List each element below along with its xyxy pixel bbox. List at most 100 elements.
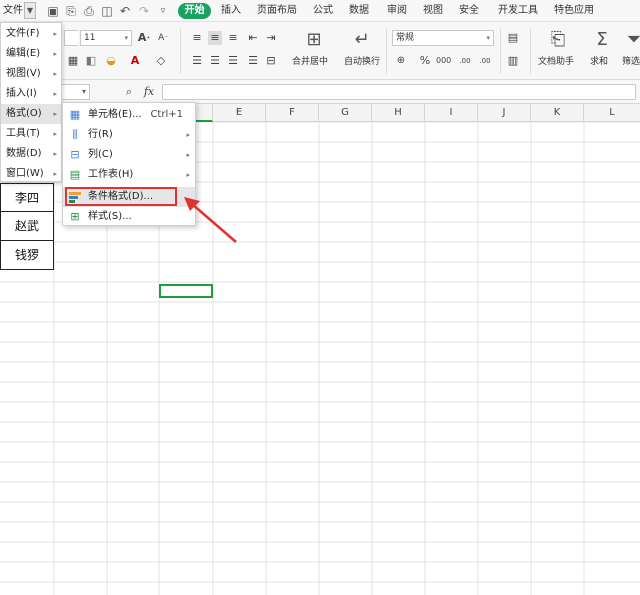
menu-item-file[interactable]: 文件(F) ▸ — [1, 24, 61, 44]
selected-cell[interactable] — [159, 284, 213, 298]
menu-item-insert[interactable]: 插入(I) ▸ — [1, 84, 61, 104]
menu-item-edit[interactable]: 编辑(E) ▸ — [1, 44, 61, 64]
column-header[interactable]: E — [213, 104, 266, 122]
grow-font-icon[interactable]: A⁺ — [137, 31, 151, 45]
decrease-decimal-button[interactable]: .00 — [478, 54, 492, 68]
column-header[interactable]: G — [319, 104, 372, 122]
sum-icon[interactable]: Σ — [590, 28, 614, 52]
undo-icon[interactable]: ↶ — [118, 4, 132, 18]
menu-item-data[interactable]: 数据(D) ▸ — [1, 144, 61, 164]
row-icon: ⫼ — [72, 128, 78, 141]
merge-center-label[interactable]: 合并居中 — [292, 54, 328, 67]
tab-special-apps[interactable]: 特色应用 — [552, 3, 596, 19]
font-size-box[interactable]: 11 ▾ — [80, 30, 132, 46]
tab-review[interactable]: 审阅 — [384, 3, 410, 19]
tab-data[interactable]: 数据 — [346, 3, 372, 19]
doc-helper-icon[interactable]: ⎗ — [546, 28, 570, 52]
chevron-right-icon: ▸ — [53, 90, 57, 98]
increase-decimal-button[interactable]: .00 — [458, 54, 472, 68]
tab-insert[interactable]: 插入 — [218, 3, 244, 19]
column-header[interactable]: K — [531, 104, 584, 122]
filter-icon[interactable]: ⏷ — [622, 28, 640, 52]
cell-style-icon[interactable]: ▥ — [506, 54, 520, 68]
tab-developer[interactable]: 开发工具 — [496, 3, 540, 19]
formula-input[interactable] — [162, 84, 636, 100]
customize-icon[interactable]: ▿ — [156, 4, 170, 18]
submenu-item-styles[interactable]: ⊞ 样式(S)... — [63, 207, 195, 227]
chevron-right-icon: ▸ — [53, 30, 57, 38]
submenu-item-cells[interactable]: ▦ 单元格(E)... Ctrl+1 — [63, 105, 195, 125]
print-icon[interactable]: ⎙ — [82, 4, 96, 18]
font-color-icon[interactable]: A — [128, 54, 142, 68]
tab-formulas[interactable]: 公式 — [310, 3, 336, 19]
submenu-item-label: 列(C) — [88, 149, 113, 160]
doc-helper-label[interactable]: 文档助手 — [538, 54, 574, 67]
print-preview-icon[interactable]: ◫ — [100, 4, 114, 18]
annotation-highlight-box — [65, 187, 177, 206]
zoom-lookup-icon[interactable]: ⌕ — [122, 85, 136, 99]
column-header[interactable]: L — [584, 104, 640, 122]
menu-item-view[interactable]: 视图(V) ▸ — [1, 64, 61, 84]
column-header[interactable]: I — [425, 104, 478, 122]
name-cell[interactable]: 李四 — [0, 183, 54, 212]
font-name-box[interactable] — [64, 30, 78, 46]
submenu-item-sheet[interactable]: ▤ 工作表(H) ▸ — [63, 165, 195, 185]
justify-icon[interactable]: ☰ — [246, 54, 260, 68]
number-format-value: 常规 — [396, 33, 415, 43]
tab-security[interactable]: 安全 — [456, 3, 482, 19]
percent-button[interactable]: % — [418, 54, 432, 68]
tab-view[interactable]: 视图 — [420, 3, 446, 19]
menu-item-window[interactable]: 窗口(W) ▸ — [1, 164, 61, 184]
align-right-icon[interactable]: ☰ — [226, 54, 240, 68]
divider — [180, 28, 181, 74]
submenu-item-column[interactable]: ⊟ 列(C) ▸ — [63, 145, 195, 165]
thousands-button[interactable]: 000 — [436, 54, 451, 68]
wrap-text-icon[interactable]: ↵ — [350, 28, 374, 52]
column-header[interactable]: J — [478, 104, 531, 122]
name-cell[interactable]: 赵武 — [0, 212, 54, 241]
redo-icon[interactable]: ↷ — [137, 4, 151, 18]
divider — [386, 28, 387, 74]
align-bottom-icon[interactable]: ≡ — [226, 31, 240, 45]
annotation-arrow-icon — [184, 197, 237, 243]
chevron-down-icon[interactable]: ▼ — [24, 2, 36, 19]
submenu-item-label: 单元格(E)... — [88, 109, 142, 120]
align-middle-icon[interactable]: ≡ — [208, 31, 222, 45]
menu-item-format[interactable]: 格式(O) ▸ — [1, 104, 61, 124]
chevron-right-icon: ▸ — [53, 70, 57, 78]
indent-decrease-icon[interactable]: ⇤ — [246, 31, 260, 45]
indent-increase-icon[interactable]: ⇥ — [264, 31, 278, 45]
column-header[interactable]: F — [266, 104, 319, 122]
export-icon[interactable]: ⎘ — [64, 4, 78, 18]
fill-color-icon[interactable]: ◧ — [84, 54, 98, 68]
sum-label[interactable]: 求和 — [590, 54, 608, 67]
menu-item-label: 数据(D) — [6, 148, 42, 159]
shrink-font-icon[interactable]: A⁻ — [156, 31, 170, 45]
ribbon: 11 ▾ A⁺ A⁻ ▦ ◧ ◒ A ◇ ≡ ≡ ≡ ⇤ ⇥ ☰ ☰ ☰ ☰ ⊟… — [0, 22, 640, 80]
align-top-icon[interactable]: ≡ — [190, 31, 204, 45]
eraser-icon[interactable]: ◇ — [154, 54, 168, 68]
filter-label[interactable]: 筛选 — [622, 54, 640, 67]
table-style-icon[interactable]: ▤ — [506, 31, 520, 45]
distribute-icon[interactable]: ⊟ — [264, 54, 278, 68]
save-icon[interactable]: ▣ — [46, 4, 60, 18]
number-format-select[interactable]: 常规 ▾ — [392, 30, 494, 46]
align-left-icon[interactable]: ☰ — [190, 54, 204, 68]
wrap-text-label[interactable]: 自动换行 — [344, 54, 380, 67]
tab-page-layout[interactable]: 页面布局 — [256, 3, 298, 19]
align-center-icon[interactable]: ☰ — [208, 54, 222, 68]
name-cell[interactable]: 钱猡 — [0, 241, 54, 270]
menu-item-label: 格式(O) — [6, 108, 42, 119]
name-box-dropdown[interactable]: ▾ — [62, 84, 90, 100]
column-header[interactable]: H — [372, 104, 425, 122]
border-icon[interactable]: ▦ — [66, 54, 80, 68]
merge-center-icon[interactable]: ⊞ — [302, 28, 326, 52]
fx-icon[interactable]: fx — [142, 85, 156, 99]
submenu-item-row[interactable]: ⫼ 行(R) ▸ — [63, 125, 195, 145]
tab-file[interactable]: 文件 — [2, 3, 24, 19]
format-submenu: ▦ 单元格(E)... Ctrl+1 ⫼ 行(R) ▸ ⊟ 列(C) ▸ ▤ 工… — [62, 102, 196, 226]
tab-home[interactable]: 开始 — [178, 3, 211, 19]
highlight-icon[interactable]: ◒ — [104, 54, 118, 68]
menu-item-tools[interactable]: 工具(T) ▸ — [1, 124, 61, 144]
currency-icon[interactable]: ⊕ — [394, 54, 408, 68]
